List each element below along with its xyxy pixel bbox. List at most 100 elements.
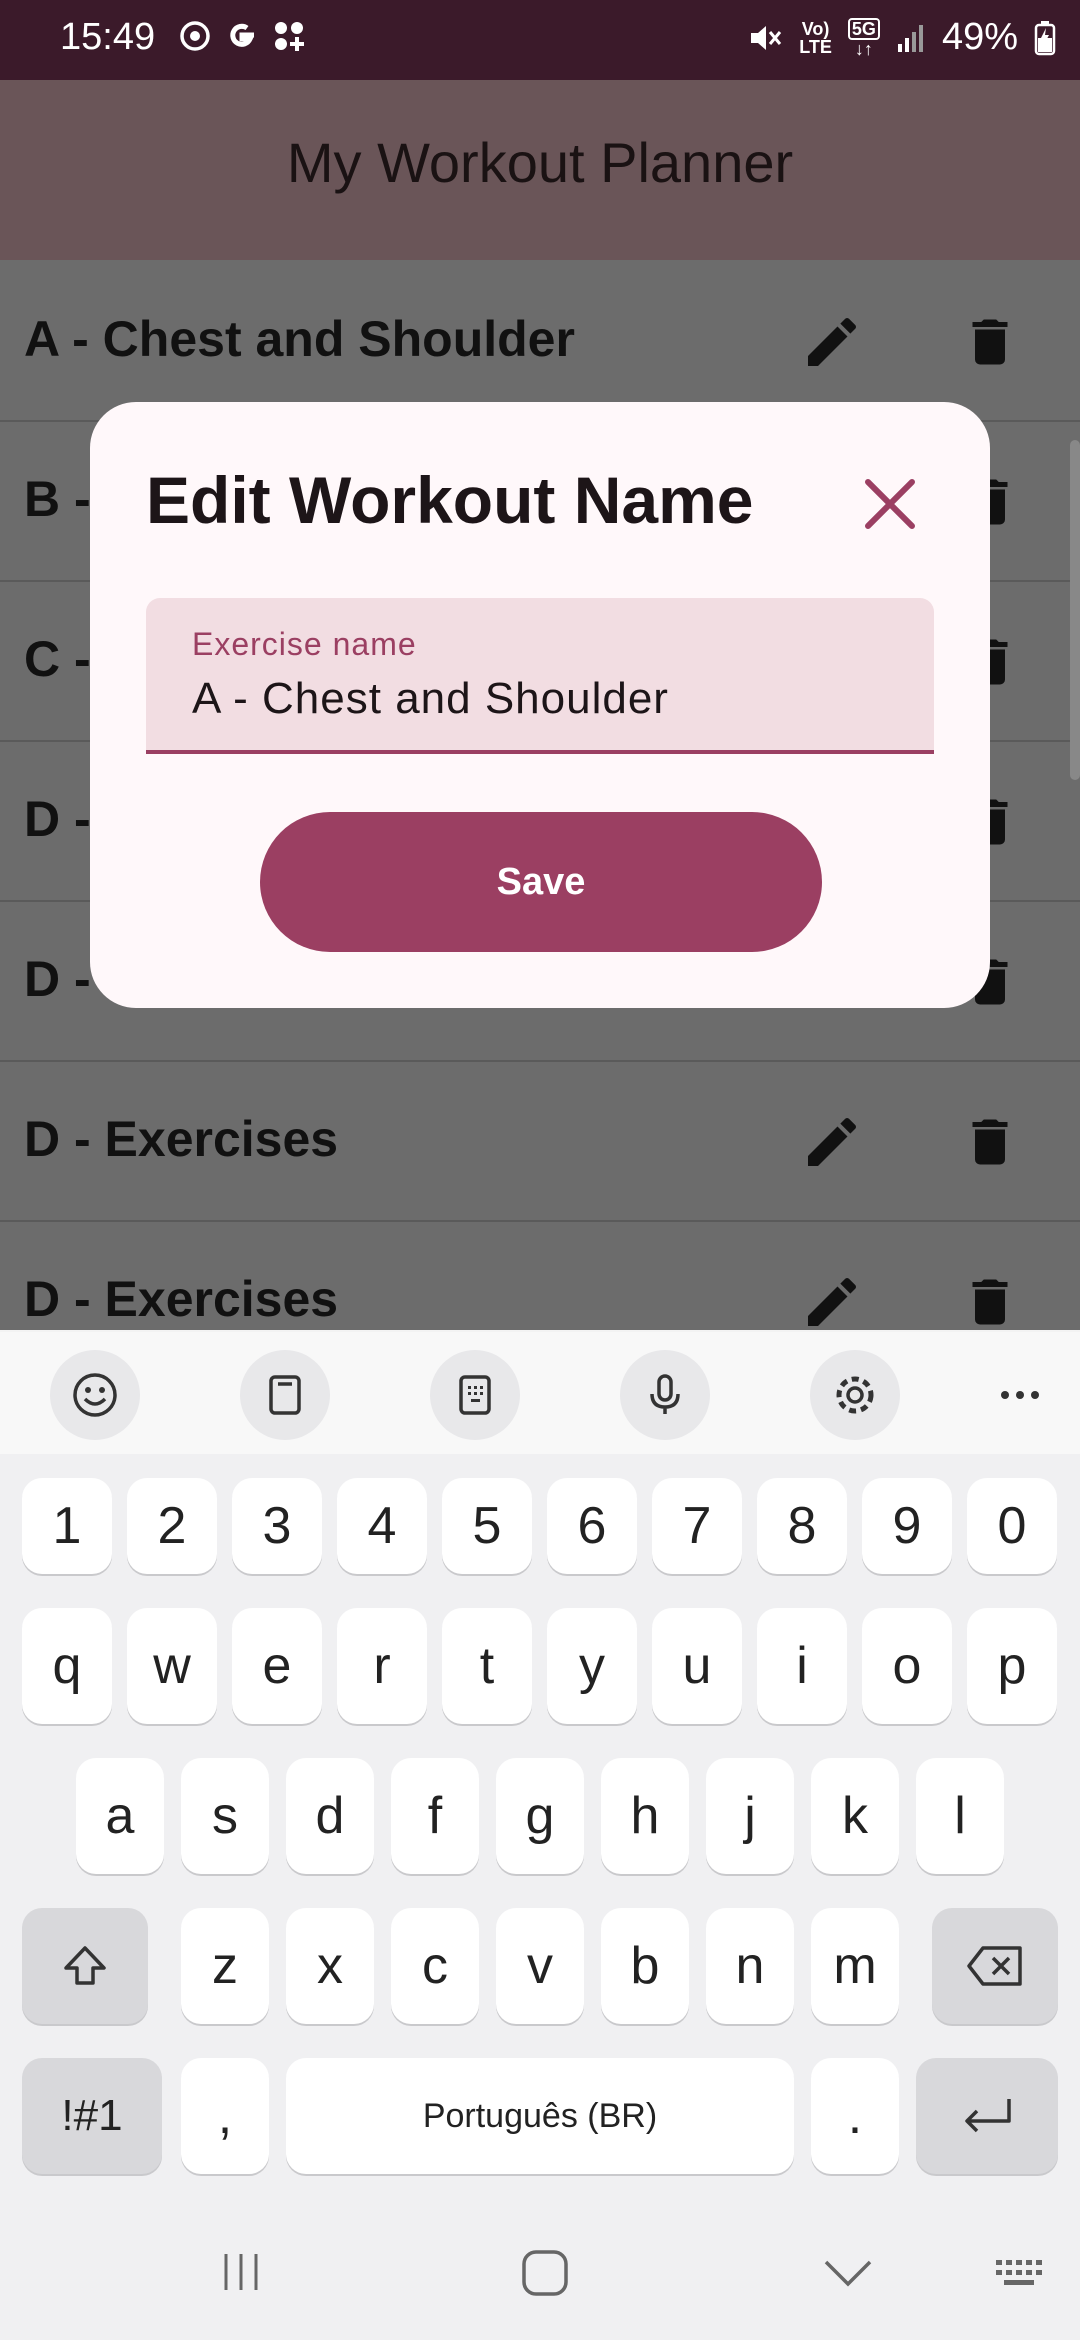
key-c[interactable]: c <box>391 1908 479 2024</box>
key-8[interactable]: 8 <box>757 1478 847 1574</box>
status-left-icons <box>178 18 306 54</box>
key-5[interactable]: 5 <box>442 1478 532 1574</box>
space-key[interactable]: Português (BR) <box>286 2058 794 2174</box>
battery-percent: 49% <box>941 16 1018 58</box>
exercise-name-input[interactable] <box>192 674 892 724</box>
settings-icon <box>836 1376 874 1414</box>
key-9[interactable]: 9 <box>862 1478 952 1574</box>
keyboard-toolbar <box>0 1332 1080 1454</box>
clipboard-icon <box>269 1375 301 1415</box>
key-b[interactable]: b <box>601 1908 689 2024</box>
key-3[interactable]: 3 <box>232 1478 322 1574</box>
recent-apps-icon[interactable] <box>216 2250 266 2294</box>
battery-charging-icon <box>1034 20 1056 55</box>
delete-icon[interactable] <box>960 1110 1020 1174</box>
clipboard-button[interactable] <box>240 1350 330 1440</box>
delete-icon[interactable] <box>960 1270 1020 1330</box>
signal-icon <box>897 24 923 52</box>
edit-icon[interactable] <box>800 1270 864 1330</box>
workout-name: A - Chest and Shoulder <box>24 311 575 367</box>
network-type-indicator: 5G ↓↑ <box>847 17 880 58</box>
key-1[interactable]: 1 <box>22 1478 112 1574</box>
home-icon[interactable] <box>520 2248 570 2298</box>
key-z[interactable]: z <box>181 1908 269 2024</box>
edit-icon[interactable] <box>800 1110 864 1174</box>
key-0[interactable]: 0 <box>967 1478 1057 1574</box>
app-bar: My Workout Planner <box>0 80 1080 260</box>
microphone-icon <box>650 1374 680 1414</box>
comma-key[interactable]: , <box>181 2058 269 2174</box>
workout-row[interactable]: D - Exercises <box>0 1220 1080 1330</box>
key-o[interactable]: o <box>862 1608 952 1724</box>
exercise-name-field[interactable]: Exercise name <box>146 598 934 754</box>
voice-input-button[interactable] <box>620 1350 710 1440</box>
keyboard-settings-button[interactable] <box>810 1350 900 1440</box>
workout-name: D - <box>24 791 91 847</box>
symbols-key[interactable]: !#1 <box>22 2058 162 2174</box>
dialog-title: Edit Workout Name <box>146 463 754 537</box>
key-q[interactable]: q <box>22 1608 112 1724</box>
mute-icon <box>751 25 782 50</box>
workout-row[interactable]: D - Exercises <box>0 1060 1080 1222</box>
more-button[interactable] <box>975 1350 1065 1440</box>
key-d[interactable]: d <box>286 1758 374 1874</box>
key-7[interactable]: 7 <box>652 1478 742 1574</box>
delete-icon[interactable] <box>960 310 1020 374</box>
workout-name: C - <box>24 631 91 687</box>
key-p[interactable]: p <box>967 1608 1057 1724</box>
key-y[interactable]: y <box>547 1608 637 1724</box>
emoji-button[interactable] <box>50 1350 140 1440</box>
key-2[interactable]: 2 <box>127 1478 217 1574</box>
backspace-key[interactable] <box>932 1908 1058 2024</box>
key-j[interactable]: j <box>706 1758 794 1874</box>
app-title: My Workout Planner <box>286 131 794 194</box>
key-6[interactable]: 6 <box>547 1478 637 1574</box>
back-icon[interactable] <box>822 2256 874 2290</box>
key-4[interactable]: 4 <box>337 1478 427 1574</box>
workout-name: B - <box>24 471 91 527</box>
status-right-icons: Vo) LTE 5G ↓↑ 49% <box>747 16 1056 59</box>
enter-key[interactable] <box>916 2058 1058 2174</box>
key-u[interactable]: u <box>652 1608 742 1724</box>
keypad-icon <box>459 1375 491 1415</box>
backspace-icon <box>967 1946 1022 1986</box>
key-a[interactable]: a <box>76 1758 164 1874</box>
more-icon <box>1001 1391 1039 1399</box>
key-l[interactable]: l <box>916 1758 1004 1874</box>
key-v[interactable]: v <box>496 1908 584 2024</box>
status-time: 15:49 <box>60 16 156 58</box>
edit-icon[interactable] <box>800 310 864 374</box>
key-m[interactable]: m <box>811 1908 899 2024</box>
edit-workout-dialog: Edit Workout Name Exercise name Save <box>90 402 990 1008</box>
close-icon[interactable] <box>860 474 920 534</box>
key-w[interactable]: w <box>127 1608 217 1724</box>
key-h[interactable]: h <box>601 1758 689 1874</box>
app-grid-icon <box>275 22 304 51</box>
google-icon <box>230 23 254 47</box>
key-x[interactable]: x <box>286 1908 374 2024</box>
key-r[interactable]: r <box>337 1608 427 1724</box>
keyboard-switch-icon[interactable] <box>994 2258 1050 2294</box>
period-key[interactable]: . <box>811 2058 899 2174</box>
key-s[interactable]: s <box>181 1758 269 1874</box>
key-e[interactable]: e <box>232 1608 322 1724</box>
workout-name: D - Exercises <box>24 1111 339 1167</box>
save-button[interactable]: Save <box>260 812 822 952</box>
emoji-icon <box>73 1373 117 1417</box>
key-n[interactable]: n <box>706 1908 794 2024</box>
workout-name: D - <box>24 951 91 1007</box>
key-f[interactable]: f <box>391 1758 479 1874</box>
field-label: Exercise name <box>192 626 417 662</box>
key-t[interactable]: t <box>442 1608 532 1724</box>
workout-row[interactable]: A - Chest and Shoulder <box>0 260 1080 422</box>
sync-icon <box>180 21 210 51</box>
shift-icon <box>64 1946 106 1985</box>
key-i[interactable]: i <box>757 1608 847 1724</box>
key-g[interactable]: g <box>496 1758 584 1874</box>
status-bar: 15:49 Vo) LTE 5G ↓↑ 49% <box>0 0 1080 80</box>
shift-key[interactable] <box>22 1908 148 2024</box>
keyboard: 1 2 3 4 5 6 7 8 9 0 q w e r t y u i o p … <box>0 1332 1080 2340</box>
scrollbar[interactable] <box>1070 440 1080 780</box>
key-k[interactable]: k <box>811 1758 899 1874</box>
keypad-button[interactable] <box>430 1350 520 1440</box>
